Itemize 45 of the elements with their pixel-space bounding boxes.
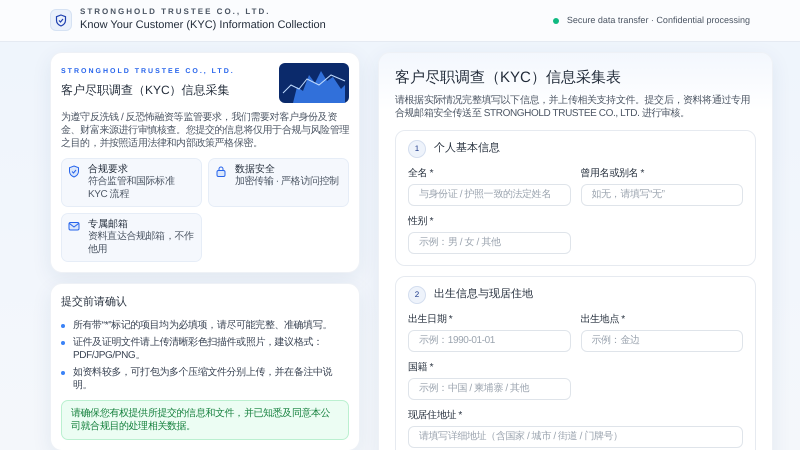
field-label: 出生日期 *: [408, 312, 454, 326]
bullet-dot: [61, 370, 65, 374]
input-field[interactable]: 示例：男 / 女 / 其他: [408, 232, 570, 254]
status-dot: [552, 18, 559, 24]
consent-note: 请确保您有权提供所提交的信息和文件，并已知悉及同意本公司就合规目的处理相关数据。: [61, 400, 349, 440]
mail-icon: [68, 220, 80, 233]
field-label: 出生地点 *: [580, 312, 626, 326]
checklist-item: 所有带“*”标记的项目均为必填项，请尽可能完整、准确填写。: [73, 318, 332, 332]
input-field[interactable]: 如无，请填写“无”: [580, 184, 743, 206]
company-name: STRONGHOLD TRUSTEE CO., LTD.: [80, 8, 272, 17]
input-field[interactable]: 与身份证 / 护照一致的法定姓名: [408, 184, 570, 206]
section-title: 出生信息与现居住地: [434, 287, 533, 302]
shield-check-icon: [50, 9, 72, 32]
input-field[interactable]: 示例：金边: [580, 330, 743, 352]
form-title: 客户尽职调查（KYC）信息采集表: [395, 68, 622, 88]
field-label: 曾用名或别名 *: [580, 166, 646, 180]
step-number: 2: [408, 286, 426, 304]
input-field[interactable]: 请填写详细地址（含国家 / 城市 / 街道 / 门牌号）: [408, 426, 743, 448]
input-field[interactable]: 示例：中国 / 柬埔寨 / 其他: [408, 378, 570, 400]
field-label: 现居住地址 *: [408, 408, 463, 422]
checklist-item: 如资料较多，可打包为多个压缩文件分别上传，并在备注中说明。: [73, 366, 334, 392]
feature-title: 专属邮箱: [88, 219, 129, 230]
checklist-item: 证件及证明文件请上传清晰彩色扫描件或照片，建议格式：PDF/JPG/PNG。: [73, 336, 324, 362]
card-title: 客户尽职调查（KYC）信息采集: [61, 82, 231, 100]
shield-check-icon: [68, 165, 80, 178]
feature-title: 数据安全: [235, 164, 276, 176]
feature-text: 加密传输 · 严格访问控制: [235, 176, 339, 188]
lock-icon: [215, 165, 227, 178]
intro-paragraph: 为遵守反洗钱 / 反恐怖融资等监管要求，我们需要对客户身份及资金、财富来源进行审慎核查。您提交的信息将仅用于合规与风险管理之目的，并按照适用法律和内部政策严格保密。: [61, 111, 349, 150]
feature-title: 合规要求: [88, 164, 129, 176]
page-title: Know Your Customer (KYC) Information Collection: [80, 18, 326, 33]
field-label: 全名 *: [408, 166, 434, 180]
field-label: 国籍 *: [408, 360, 434, 374]
step-number: 1: [408, 140, 426, 158]
bullet-dot: [61, 340, 65, 344]
chart-illustration: [279, 63, 349, 103]
input-field[interactable]: 示例：1990-01-01: [408, 330, 570, 352]
form-description: 请根据实际情况完整填写以下信息，并上传相关支持文件。提交后，资料将通过专用合规邮箱安全传送至 STRONGHOLD TRUSTEE CO., LTD. 进行审核。: [395, 94, 752, 120]
section-title: 个人基本信息: [434, 141, 500, 156]
section-title: 提交前请确认: [61, 294, 128, 310]
feature-text: 资料直达合规邮箱，不作他用: [88, 231, 195, 256]
feature-text: 符合监管和国际标准 KYC 流程: [88, 176, 176, 201]
status-text: Secure data transfer · Confidential processing: [566, 14, 750, 27]
field-label: 性别 *: [408, 214, 434, 228]
bullet-dot: [61, 324, 65, 328]
